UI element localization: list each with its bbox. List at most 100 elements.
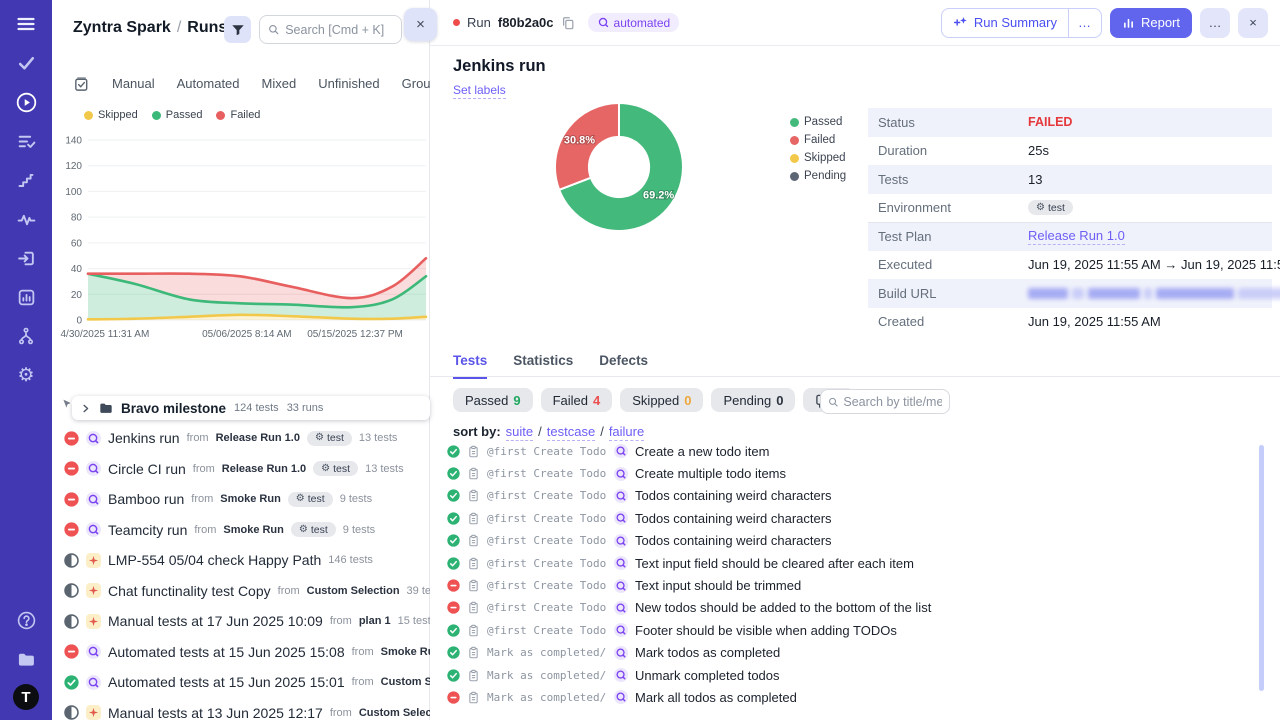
test-result-row[interactable]: @first Create Todos...Todos containing w… <box>447 485 1267 507</box>
test-result-row[interactable]: @first Create Todos...New todos should b… <box>447 597 1267 619</box>
test-title: Footer should be visible when adding TOD… <box>635 623 897 638</box>
report-button[interactable]: Report <box>1110 8 1192 38</box>
svg-text:120: 120 <box>65 161 82 172</box>
settings-icon[interactable]: ⚙ <box>15 364 37 386</box>
select-all-icon[interactable] <box>73 75 90 92</box>
failed-icon <box>64 522 79 537</box>
svg-text:80: 80 <box>71 213 83 224</box>
donut-legend-item: Failed <box>790 134 846 146</box>
tests-search[interactable] <box>820 389 950 414</box>
projects-folder-icon[interactable] <box>15 648 37 670</box>
tests-icon[interactable] <box>15 52 37 74</box>
reports-icon[interactable] <box>15 286 37 308</box>
automated-run-icon <box>614 556 628 570</box>
passed-icon <box>447 512 460 525</box>
passed-icon <box>447 445 460 458</box>
help-icon[interactable] <box>15 609 37 631</box>
runs-tab-unfinished[interactable]: Unfinished <box>318 76 379 91</box>
sort-option-suite[interactable]: suite <box>506 424 533 441</box>
pulse-icon[interactable] <box>15 208 37 230</box>
environment-badge: ⚙test <box>1028 200 1073 215</box>
run-list-item[interactable]: Chat functinality test CopyfromCustom Se… <box>64 576 430 607</box>
close-panel-button[interactable]: × <box>404 8 437 41</box>
run-detail-panel: Run f80b2a0c automated Run Summary … <box>430 0 1280 720</box>
test-result-row[interactable]: Mark as completed/n...Mark todos as comp… <box>447 642 1267 664</box>
failed-icon <box>64 461 79 476</box>
test-result-row[interactable]: Mark as completed/n...Unmark completed t… <box>447 664 1267 686</box>
test-result-row[interactable]: @first Create Todos...Create a new todo … <box>447 440 1267 462</box>
tests-search-input[interactable] <box>843 395 942 409</box>
test-result-row[interactable]: @first Create Todos...Todos containing w… <box>447 530 1267 552</box>
copy-icon[interactable] <box>561 16 575 30</box>
test-result-row[interactable]: @first Create Todos...Text input should … <box>447 574 1267 596</box>
run-list-item[interactable]: Jenkins runfromRelease Run 1.0⚙test13 te… <box>64 423 430 454</box>
runs-search[interactable] <box>259 15 402 44</box>
more-actions-button[interactable]: … <box>1200 8 1230 38</box>
svg-text:140: 140 <box>65 136 82 147</box>
run-list-item[interactable]: Bamboo runfromSmoke Run⚙test9 tests <box>64 484 430 515</box>
filter-pill-pending[interactable]: Pending0 <box>711 388 795 412</box>
environment-badge: ⚙test <box>288 492 333 507</box>
set-labels-link[interactable]: Set labels <box>453 83 506 99</box>
chart-legend-item: Failed <box>216 109 260 121</box>
runs-tab-mixed[interactable]: Mixed <box>262 76 297 91</box>
test-title: Todos containing weird characters <box>635 533 832 548</box>
run-summary-more-button[interactable]: … <box>1068 9 1101 37</box>
filter-pill-failed[interactable]: Failed4 <box>541 388 613 412</box>
project-name[interactable]: Zyntra Spark <box>73 19 171 37</box>
automated-run-icon <box>614 668 628 682</box>
app-logo[interactable]: T <box>13 684 39 710</box>
test-plans-icon[interactable] <box>15 130 37 152</box>
run-list-item[interactable]: Automated tests at 15 Jun 2025 15:08from… <box>64 637 430 668</box>
milestone-row[interactable]: Bravo milestone 124 tests 33 runs <box>72 396 430 420</box>
testcase-icon <box>467 534 480 547</box>
donut-legend-item: Passed <box>790 116 846 128</box>
failed-icon <box>447 579 460 592</box>
filter-pill-skipped[interactable]: Skipped0 <box>620 388 703 412</box>
sort-option-testcase[interactable]: testcase <box>547 424 595 441</box>
import-runs-icon[interactable] <box>15 247 37 269</box>
runs-tab-manual[interactable]: Manual <box>112 76 155 91</box>
svg-text:05/06/2025 8:14 AM: 05/06/2025 8:14 AM <box>202 329 292 340</box>
field-row-build-url: Build URL <box>868 279 1272 308</box>
run-list-item[interactable]: Teamcity runfromSmoke Run⚙test9 tests <box>64 515 430 546</box>
milestones-icon[interactable] <box>15 169 37 191</box>
close-detail-button[interactable]: × <box>1238 8 1268 38</box>
chevron-right-icon[interactable] <box>80 403 91 414</box>
run-list-item[interactable]: Automated tests at 15 Jun 2025 15:01from… <box>64 667 430 698</box>
test-result-row[interactable]: @first Create Todos...Footer should be v… <box>447 619 1267 641</box>
run-list-item[interactable]: LMP-554 05/04 check Happy Path146 tests <box>64 545 430 576</box>
field-row-duration: Duration25s <box>868 137 1272 166</box>
test-title: Create multiple todo items <box>635 466 786 481</box>
runs-icon[interactable] <box>15 91 37 113</box>
redacted-build-url[interactable] <box>1028 288 1280 299</box>
filter-pill-passed[interactable]: Passed9 <box>453 388 533 412</box>
menu-icon[interactable] <box>15 13 37 35</box>
run-summary-button[interactable]: Run Summary … <box>941 8 1102 38</box>
automated-run-icon <box>86 461 101 476</box>
legend-dot <box>152 111 161 120</box>
branches-icon[interactable] <box>15 325 37 347</box>
automated-run-icon <box>86 644 101 659</box>
run-list-item[interactable]: Manual tests at 17 Jun 2025 10:09frompla… <box>64 606 430 637</box>
test-result-row[interactable]: @first Create Todos...Create multiple to… <box>447 462 1267 484</box>
runs-tab-automated[interactable]: Automated <box>177 76 240 91</box>
test-result-row[interactable]: @first Create Todos...Text input field s… <box>447 552 1267 574</box>
in-progress-icon <box>64 614 79 629</box>
environment-badge: ⚙test <box>307 431 352 446</box>
filter-button[interactable] <box>224 16 251 43</box>
test-result-row[interactable]: Mark as completed/n...Mark all todos as … <box>447 686 1267 708</box>
run-label: Run <box>467 15 491 30</box>
scrollbar-thumb[interactable] <box>1259 445 1264 691</box>
test-plan-link[interactable]: Release Run 1.0 <box>1028 228 1125 245</box>
test-title: Todos containing weird characters <box>635 511 832 526</box>
test-result-row[interactable]: @first Create Todos...Todos containing w… <box>447 507 1267 529</box>
run-list-item[interactable]: Circle CI runfromRelease Run 1.0⚙test13 … <box>64 454 430 485</box>
automated-badge[interactable]: automated <box>588 13 680 32</box>
testcase-icon <box>467 467 480 480</box>
run-list-item[interactable]: Manual tests at 13 Jun 2025 12:17fromCus… <box>64 698 430 720</box>
test-title: Text input should be trimmed <box>635 578 801 593</box>
sort-option-failure[interactable]: failure <box>609 424 644 441</box>
search-icon <box>268 23 279 36</box>
search-input[interactable] <box>285 23 393 37</box>
